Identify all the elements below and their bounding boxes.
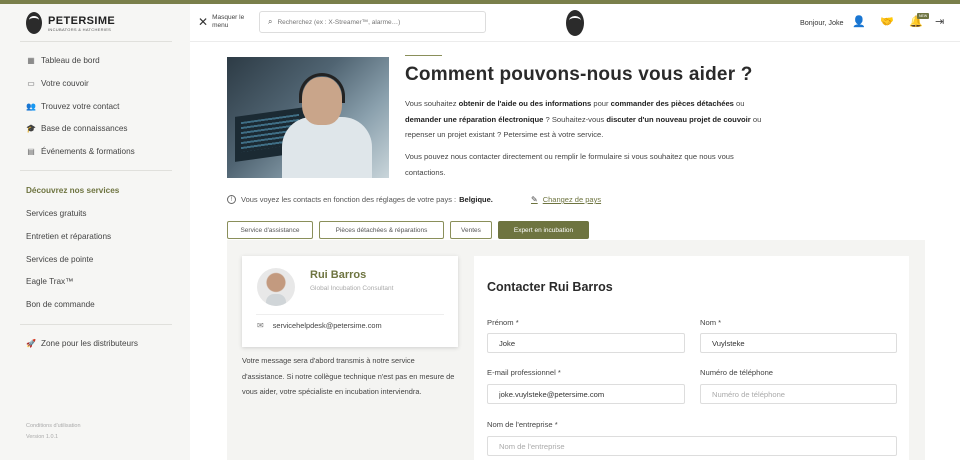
- sidebar-item-label: Événements & formations: [41, 146, 135, 156]
- user-greeting: Bonjour, Joke: [800, 18, 844, 27]
- sidebar-item-label: Base de connaissances: [41, 123, 128, 133]
- intro-segment: demander une réparation électronique: [405, 114, 544, 124]
- new-badge: NEW: [917, 13, 930, 19]
- sidebar-item-label: Trouvez votre contact: [41, 101, 120, 111]
- sidebar-item-distributors[interactable]: 🚀 Zone pour les distributeurs: [26, 336, 138, 350]
- last-name-label: Nom *: [700, 318, 722, 327]
- sidebar-item-knowledge-base[interactable]: 🎓 Base de connaissances: [26, 121, 127, 135]
- sidebar-item-label: Zone pour les distributeurs: [41, 338, 138, 348]
- intro-paragraph: Vous souhaitez obtenir de l'aide ou des …: [405, 96, 775, 143]
- intro-segment: pour: [591, 99, 611, 108]
- brand-logo[interactable]: PETERSIME INCUBATORS & HATCHERIES: [26, 12, 115, 34]
- info-icon: !: [227, 195, 236, 204]
- sidebar: PETERSIME INCUBATORS & HATCHERIES ▦ Tabl…: [0, 4, 190, 460]
- routing-note: Votre message sera d'abord transmis à no…: [242, 356, 455, 396]
- sidebar-item-label: Tableau de bord: [41, 55, 100, 65]
- sidebar-item-free-services[interactable]: Services gratuits: [26, 209, 87, 218]
- hide-menu-label: Masquer le menu: [212, 14, 245, 29]
- contact-email-link[interactable]: ✉ servicehelpdesk@petersime.com: [257, 321, 382, 330]
- pencil-icon: ✎: [531, 195, 538, 204]
- graduation-cap-icon: 🎓: [26, 123, 36, 133]
- tab-helpdesk[interactable]: Service d'assistance: [227, 221, 313, 239]
- version-label: Version 1.0.1: [26, 434, 59, 440]
- tab-sales[interactable]: Ventes: [450, 221, 492, 239]
- sidebar-divider: [20, 41, 172, 42]
- phone-field[interactable]: [700, 384, 897, 404]
- contact-card: Rui Barros Global Incubation Consultant …: [242, 256, 458, 347]
- title-accent-line: [405, 55, 442, 56]
- intro-segment: ou: [733, 99, 745, 108]
- country-name: Belgique.: [459, 195, 493, 204]
- services-heading[interactable]: Découvrez nos services: [26, 186, 119, 195]
- sidebar-item-label: Votre couvoir: [41, 78, 89, 88]
- tab-spare-parts[interactable]: Pièces détachées & réparations: [319, 221, 444, 239]
- page-title: Comment pouvons-nous vous aider ?: [405, 64, 753, 85]
- intro-segment: commander des pièces détachées: [610, 99, 734, 108]
- email-field[interactable]: [487, 384, 685, 404]
- handshake-icon[interactable]: 🤝: [880, 15, 894, 28]
- sidebar-divider: [20, 170, 172, 171]
- intro-segment: ? Souhaitez-vous: [543, 114, 607, 124]
- contacts-icon: 👥: [26, 101, 36, 111]
- brand-name: PETERSIME: [48, 14, 116, 27]
- petersime-egg-icon: [26, 12, 42, 34]
- hatchery-icon: ▭: [27, 78, 35, 88]
- contact-email: servicehelpdesk@petersime.com: [272, 321, 382, 330]
- dashboard-icon: ▦: [27, 55, 35, 65]
- contact-paragraph: Vous pouvez nous contacter directement o…: [405, 152, 734, 177]
- intro-segment: Vous souhaitez: [405, 99, 459, 108]
- company-field[interactable]: [487, 436, 897, 456]
- top-header: ✕ Masquer le menu ⌕ Bonjour, Joke 👤 🤝 🔔 …: [190, 4, 960, 42]
- sidebar-item-contacts[interactable]: 👥 Trouvez votre contact: [26, 99, 119, 113]
- petersime-egg-icon[interactable]: [566, 10, 584, 36]
- envelope-icon: ✉: [257, 321, 264, 330]
- sidebar-item-advanced-services[interactable]: Services de pointe: [26, 255, 93, 264]
- contact-role: Global Incubation Consultant: [310, 285, 394, 292]
- contact-form: Contacter Rui Barros Prénom * Nom * E-ma…: [474, 256, 909, 460]
- brand-tagline: INCUBATORS & HATCHERIES: [48, 26, 112, 32]
- sidebar-divider: [20, 324, 172, 325]
- calendar-icon: ▤: [27, 146, 35, 156]
- contact-name: Rui Barros: [310, 269, 367, 281]
- change-country-link[interactable]: ✎ Changez de pays: [531, 195, 601, 204]
- search-icon: ⌕: [268, 17, 273, 26]
- close-icon: ✕: [198, 15, 209, 29]
- search-input[interactable]: [277, 18, 468, 26]
- sidebar-item-events[interactable]: ▤ Événements & formations: [26, 144, 135, 158]
- country-notice: ! Vous voyez les contacts en fonction de…: [227, 195, 493, 204]
- logout-icon[interactable]: ⇥: [935, 15, 944, 28]
- terms-link[interactable]: Conditions d'utilisation: [26, 423, 81, 429]
- intro-segment: obtenir de l'aide ou des informations: [458, 99, 592, 108]
- hide-menu-button[interactable]: ✕ Masquer le menu: [198, 14, 252, 30]
- intro-segment: discuter d'un nouveau projet de couvoir: [606, 114, 751, 124]
- sidebar-item-hatchery[interactable]: ▭ Votre couvoir: [26, 76, 89, 90]
- email-label: E-mail professionnel *: [487, 368, 561, 377]
- company-label: Nom de l'entreprise *: [487, 420, 558, 429]
- country-notice-text: Vous voyez les contacts en fonction des …: [241, 195, 457, 204]
- avatar: [257, 268, 295, 306]
- user-settings-icon[interactable]: 👤: [852, 15, 866, 28]
- sidebar-item-order-form[interactable]: Bon de commande: [26, 300, 95, 309]
- first-name-label: Prénom *: [487, 318, 519, 327]
- form-title: Contacter Rui Barros: [487, 280, 613, 294]
- search-box[interactable]: ⌕: [259, 11, 486, 33]
- first-name-field[interactable]: [487, 333, 685, 353]
- change-country-label: Changez de pays: [542, 195, 602, 204]
- tab-incubation-expert[interactable]: Expert en incubation: [498, 221, 589, 239]
- sidebar-item-dashboard[interactable]: ▦ Tableau de bord: [26, 53, 100, 67]
- support-agent-photo: [227, 57, 389, 178]
- phone-label: Numéro de téléphone: [700, 368, 774, 377]
- sidebar-item-eagle-trax[interactable]: Eagle Trax™: [26, 277, 73, 286]
- sidebar-item-maintenance[interactable]: Entretien et réparations: [26, 232, 111, 241]
- last-name-field[interactable]: [700, 333, 897, 353]
- card-divider: [256, 314, 444, 315]
- rocket-icon: 🚀: [26, 338, 36, 348]
